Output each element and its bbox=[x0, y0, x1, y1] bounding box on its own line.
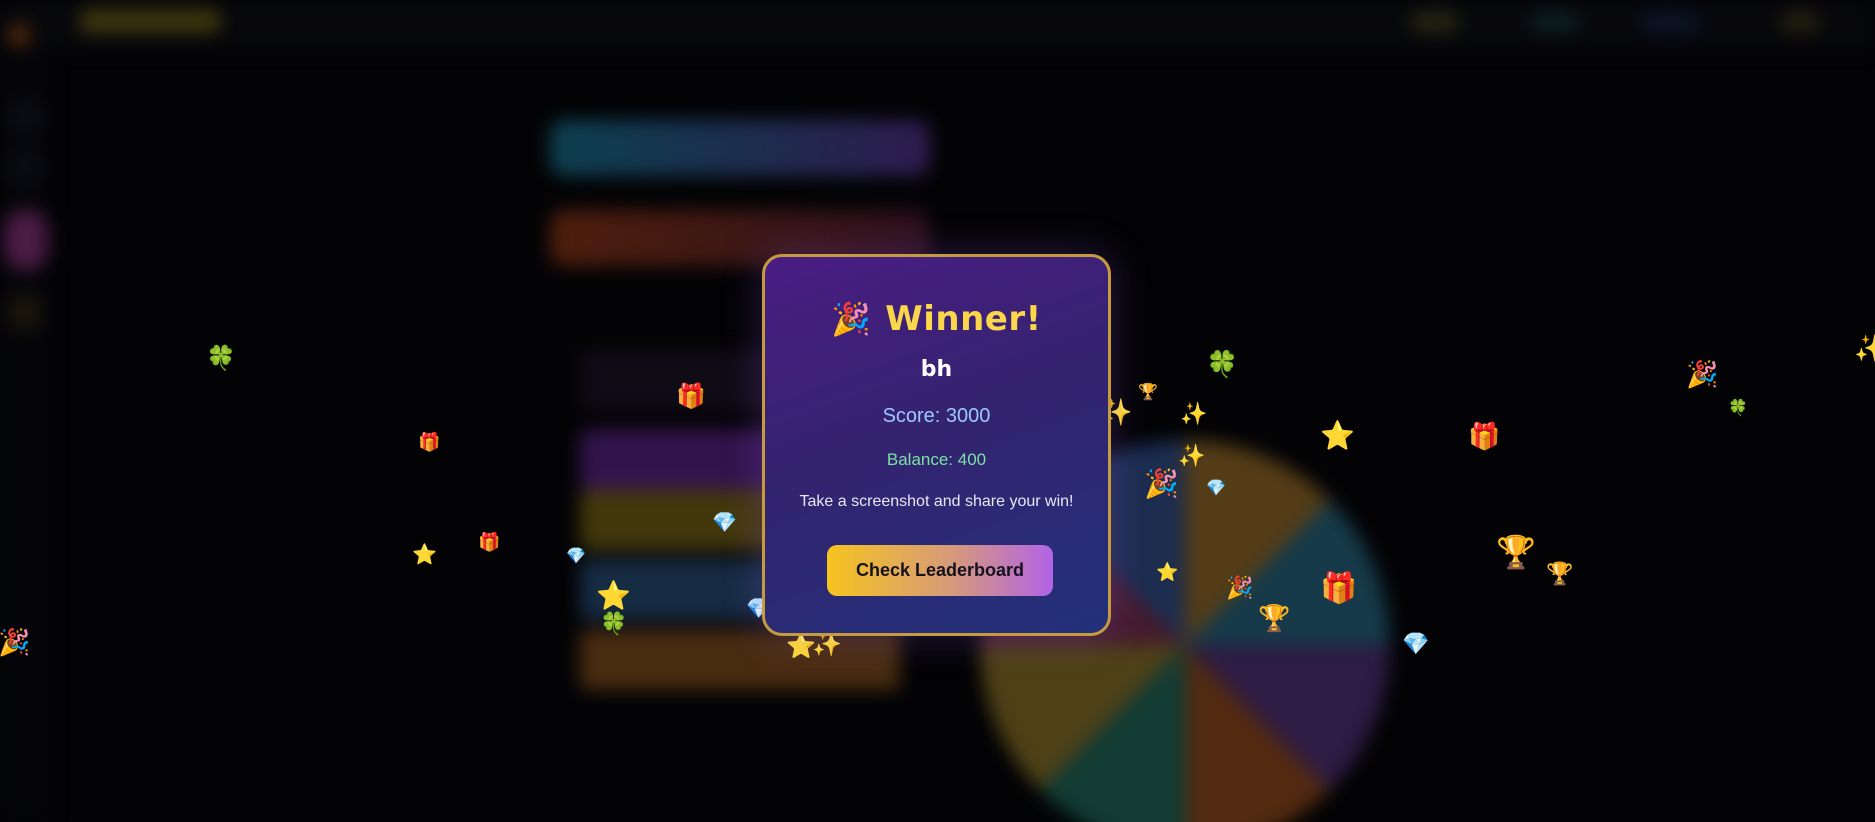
gem-icon: 💎 bbox=[712, 510, 737, 534]
trophy-icon: 🏆 bbox=[1258, 604, 1291, 634]
gift-icon: 🎁 bbox=[478, 532, 501, 553]
modal-title-row: 🎉 Winner! bbox=[765, 297, 1108, 341]
clover-icon: 🍀 bbox=[1206, 350, 1239, 380]
trophy-icon: 🏆 bbox=[1496, 533, 1536, 571]
gem-icon: 💎 bbox=[1206, 478, 1226, 497]
star-icon: ⭐ bbox=[412, 542, 437, 566]
party-icon: 🎉 bbox=[0, 628, 31, 658]
score-text: Score: 3000 bbox=[882, 405, 991, 427]
gem-icon: 💎 bbox=[1402, 632, 1430, 657]
party-popper-icon: 🎉 bbox=[831, 300, 872, 338]
gift-icon: 🎁 bbox=[418, 432, 441, 453]
gift-icon: 🎁 bbox=[1468, 422, 1501, 452]
star-icon: ⭐ bbox=[1156, 562, 1179, 583]
gift-icon: 🎁 bbox=[676, 382, 706, 410]
trophy-icon: 🏆 bbox=[1546, 562, 1574, 587]
clover-icon: 🍀 bbox=[1728, 398, 1748, 417]
check-leaderboard-button[interactable]: Check Leaderboard bbox=[827, 545, 1053, 596]
trophy-icon: 🏆 bbox=[1138, 382, 1158, 401]
party-icon: 🎉 bbox=[1144, 467, 1179, 500]
balance-text: Balance: 400 bbox=[886, 450, 987, 469]
game-screen: 🍀 🎁 ⭐ 🎁 💎 ⭐ 🍀 🎉 🎁 💎 💎 ⭐ ✨ ✨ 🏆 🍀 ✨ ✨ 🎉 💎 … bbox=[0, 0, 1875, 822]
star-icon: ⭐ bbox=[1320, 419, 1355, 452]
sparkles-icon: ✨ bbox=[1178, 444, 1206, 469]
clover-icon: 🍀 bbox=[600, 612, 628, 637]
gem-icon: 💎 bbox=[566, 546, 586, 565]
share-message: Take a screenshot and share your win! bbox=[799, 493, 1074, 510]
sparkles-icon: ✨ bbox=[1180, 402, 1208, 427]
gift-icon: 🎁 bbox=[1320, 571, 1358, 606]
party-icon: 🎉 bbox=[1226, 576, 1254, 601]
player-name: bh bbox=[920, 357, 953, 382]
modal-title: Winner! bbox=[885, 299, 1042, 339]
star-icon: ⭐ bbox=[596, 579, 631, 612]
sparkles-icon: ✨ bbox=[1854, 334, 1875, 364]
winner-modal: 🎉 Winner! bh Score: 3000 Balance: 400 Ta… bbox=[762, 254, 1111, 636]
clover-icon: 🍀 bbox=[206, 344, 236, 372]
party-icon: 🎉 bbox=[1686, 360, 1719, 390]
